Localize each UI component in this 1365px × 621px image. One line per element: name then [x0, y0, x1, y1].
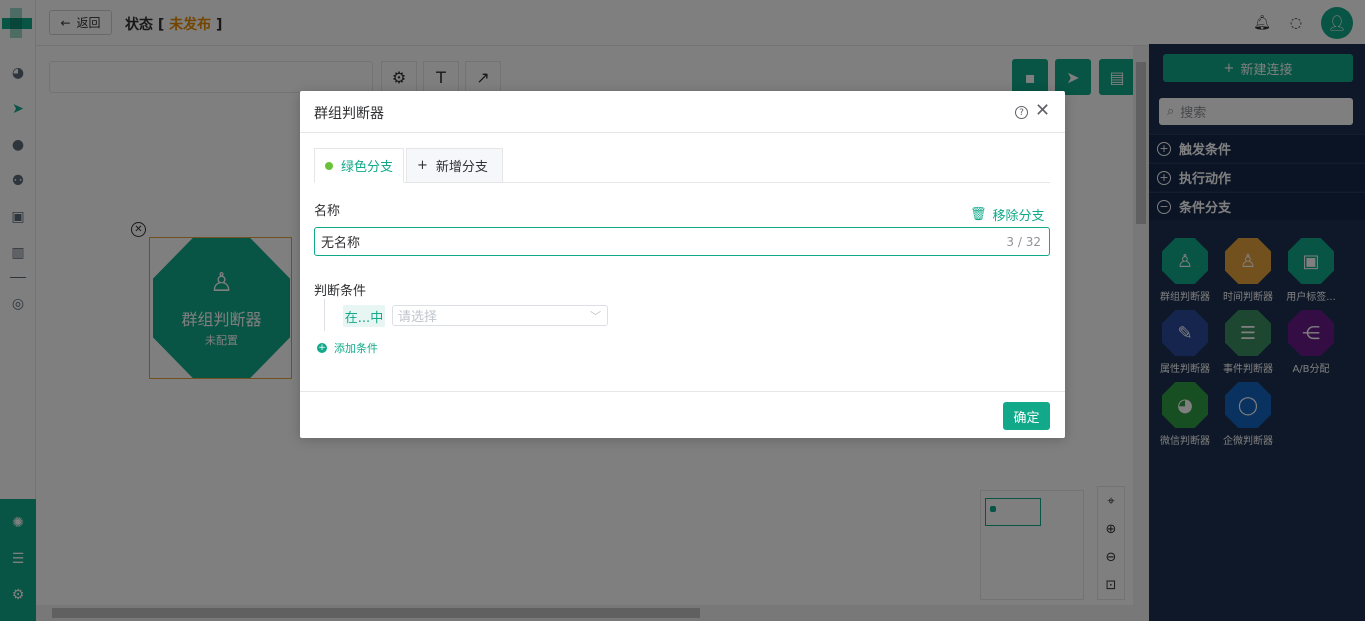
- chevron-down-icon: ﹀: [590, 310, 601, 323]
- tab-label: 绿色分支: [341, 160, 394, 175]
- remove-branch-label: 移除分支: [992, 209, 1045, 224]
- tab-green-branch[interactable]: 绿色分支: [314, 148, 404, 183]
- condition-connector: [324, 299, 325, 331]
- confirm-button[interactable]: 确定: [1003, 402, 1050, 430]
- name-label: 名称: [314, 204, 341, 219]
- close-icon[interactable]: ✕: [1035, 101, 1050, 121]
- remove-branch-button[interactable]: 🗑︎ 移除分支: [970, 205, 1045, 224]
- plus-icon: +: [417, 158, 428, 173]
- green-dot-icon: [325, 161, 333, 170]
- name-value: 无名称: [321, 236, 361, 251]
- name-count: 3 / 32: [1006, 235, 1041, 249]
- add-condition-button[interactable]: + 添加条件: [317, 340, 378, 356]
- dialog-footer: 确定: [300, 391, 1065, 438]
- plus-circle-icon: +: [317, 343, 327, 353]
- trash-icon: 🗑︎: [970, 207, 987, 222]
- dialog-header: 群组判断器 ? ✕: [300, 91, 1065, 133]
- tab-label: 新增分支: [435, 160, 488, 175]
- group-judge-dialog: 群组判断器 ? ✕ 绿色分支 + 新增分支 名称 🗑︎ 移除分支 无名称 3 /…: [300, 91, 1065, 438]
- condition-operator[interactable]: 在...中: [343, 305, 385, 327]
- dialog-title: 群组判断器: [314, 106, 384, 122]
- tab-add-branch[interactable]: + 新增分支: [406, 148, 503, 183]
- select-placeholder: 请选择: [398, 310, 438, 325]
- help-icon[interactable]: ?: [1015, 106, 1028, 119]
- condition-label: 判断条件: [314, 284, 367, 299]
- add-condition-label: 添加条件: [334, 342, 378, 355]
- branch-tabs: 绿色分支 + 新增分支: [314, 148, 1050, 183]
- name-input[interactable]: 无名称 3 / 32: [314, 227, 1050, 256]
- condition-select[interactable]: 请选择 ﹀: [392, 305, 608, 326]
